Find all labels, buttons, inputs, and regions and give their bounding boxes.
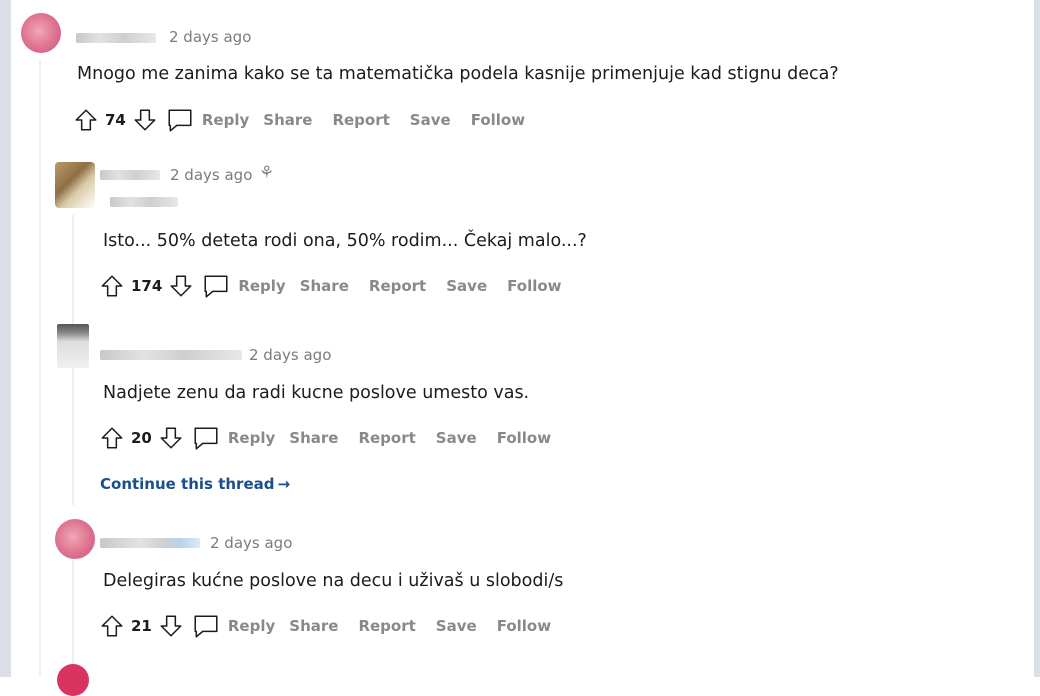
continue-thread-link[interactable]: Continue this thread →: [100, 475, 290, 493]
award-icon[interactable]: ⚘: [259, 163, 274, 183]
user-flair-redacted[interactable]: [110, 197, 178, 207]
vote-count: 21: [131, 617, 152, 635]
reply-button[interactable]: Reply: [202, 273, 286, 299]
comment-actions: 74 Reply Share Report Save Follow: [71, 105, 545, 135]
reply-bubble-icon: [168, 109, 192, 132]
reply-button[interactable]: Reply: [192, 613, 275, 639]
share-button[interactable]: Share: [263, 111, 312, 129]
comment-actions: 20 Reply Share Report Save Follow: [97, 423, 571, 453]
username-redacted[interactable]: [100, 350, 242, 360]
avatar-next-comment[interactable]: [57, 664, 89, 696]
save-button[interactable]: Save: [410, 111, 451, 129]
vote-count: 174: [131, 277, 163, 295]
follow-button[interactable]: Follow: [497, 617, 551, 635]
username-redacted[interactable]: [76, 33, 156, 43]
upvote-icon[interactable]: [97, 271, 127, 301]
thread-line-root[interactable]: [39, 60, 41, 677]
avatar[interactable]: [55, 519, 95, 559]
downvote-icon[interactable]: [130, 105, 160, 135]
save-button[interactable]: Save: [436, 617, 477, 635]
downvote-icon[interactable]: [166, 271, 196, 301]
continue-thread-label: Continue this thread: [100, 475, 275, 493]
thread-line-level3[interactable]: [72, 370, 74, 500]
follow-button[interactable]: Follow: [497, 429, 551, 447]
comment-body: Nadjete zenu da radi kucne poslove umest…: [103, 383, 530, 403]
reply-bubble-icon: [204, 275, 228, 298]
right-gutter: [1034, 0, 1040, 677]
share-button[interactable]: Share: [300, 277, 349, 295]
downvote-icon[interactable]: [156, 423, 186, 453]
reply-bubble-icon: [194, 615, 218, 638]
upvote-icon[interactable]: [97, 423, 127, 453]
arrow-right-icon: →: [277, 475, 291, 493]
downvote-icon[interactable]: [156, 611, 186, 641]
reply-button[interactable]: Reply: [166, 107, 249, 133]
vote-count: 74: [105, 111, 126, 129]
username-redacted[interactable]: [100, 170, 160, 180]
avatar[interactable]: [55, 162, 95, 208]
left-gutter: [0, 0, 11, 677]
report-button[interactable]: Report: [369, 277, 426, 295]
comment-body: Delegiras kućne poslove na decu i uživaš…: [103, 571, 564, 591]
save-button[interactable]: Save: [446, 277, 487, 295]
reply-label: Reply: [201, 111, 250, 129]
reply-label: Reply: [227, 617, 276, 635]
save-button[interactable]: Save: [436, 429, 477, 447]
comment-timestamp[interactable]: 2 days ago: [169, 28, 251, 46]
thread-line-level2b[interactable]: [72, 560, 74, 677]
comment-timestamp[interactable]: 2 days ago: [170, 166, 252, 184]
comment-timestamp[interactable]: 2 days ago: [210, 534, 292, 552]
reply-label: Reply: [238, 277, 286, 295]
reply-bubble-icon: [194, 427, 218, 450]
share-button[interactable]: Share: [289, 429, 338, 447]
comment-body: Isto... 50% deteta rodi ona, 50% rodim..…: [103, 231, 587, 251]
report-button[interactable]: Report: [358, 429, 415, 447]
username-redacted[interactable]: [100, 538, 200, 548]
follow-button[interactable]: Follow: [507, 277, 561, 295]
reply-button[interactable]: Reply: [192, 425, 275, 451]
reply-label: Reply: [227, 429, 276, 447]
upvote-icon[interactable]: [97, 611, 127, 641]
comment-actions: 174 Reply Share Report Save Follow: [97, 271, 582, 301]
upvote-icon[interactable]: [71, 105, 101, 135]
avatar[interactable]: [57, 324, 89, 368]
comment-actions: 21 Reply Share Report Save Follow: [97, 611, 571, 641]
report-button[interactable]: Report: [358, 617, 415, 635]
comment-timestamp[interactable]: 2 days ago: [249, 346, 331, 364]
follow-button[interactable]: Follow: [471, 111, 525, 129]
vote-count: 20: [131, 429, 152, 447]
share-button[interactable]: Share: [289, 617, 338, 635]
avatar[interactable]: [21, 13, 61, 53]
report-button[interactable]: Report: [332, 111, 389, 129]
comment-body: Mnogo me zanima kako se ta matematička p…: [77, 64, 839, 84]
